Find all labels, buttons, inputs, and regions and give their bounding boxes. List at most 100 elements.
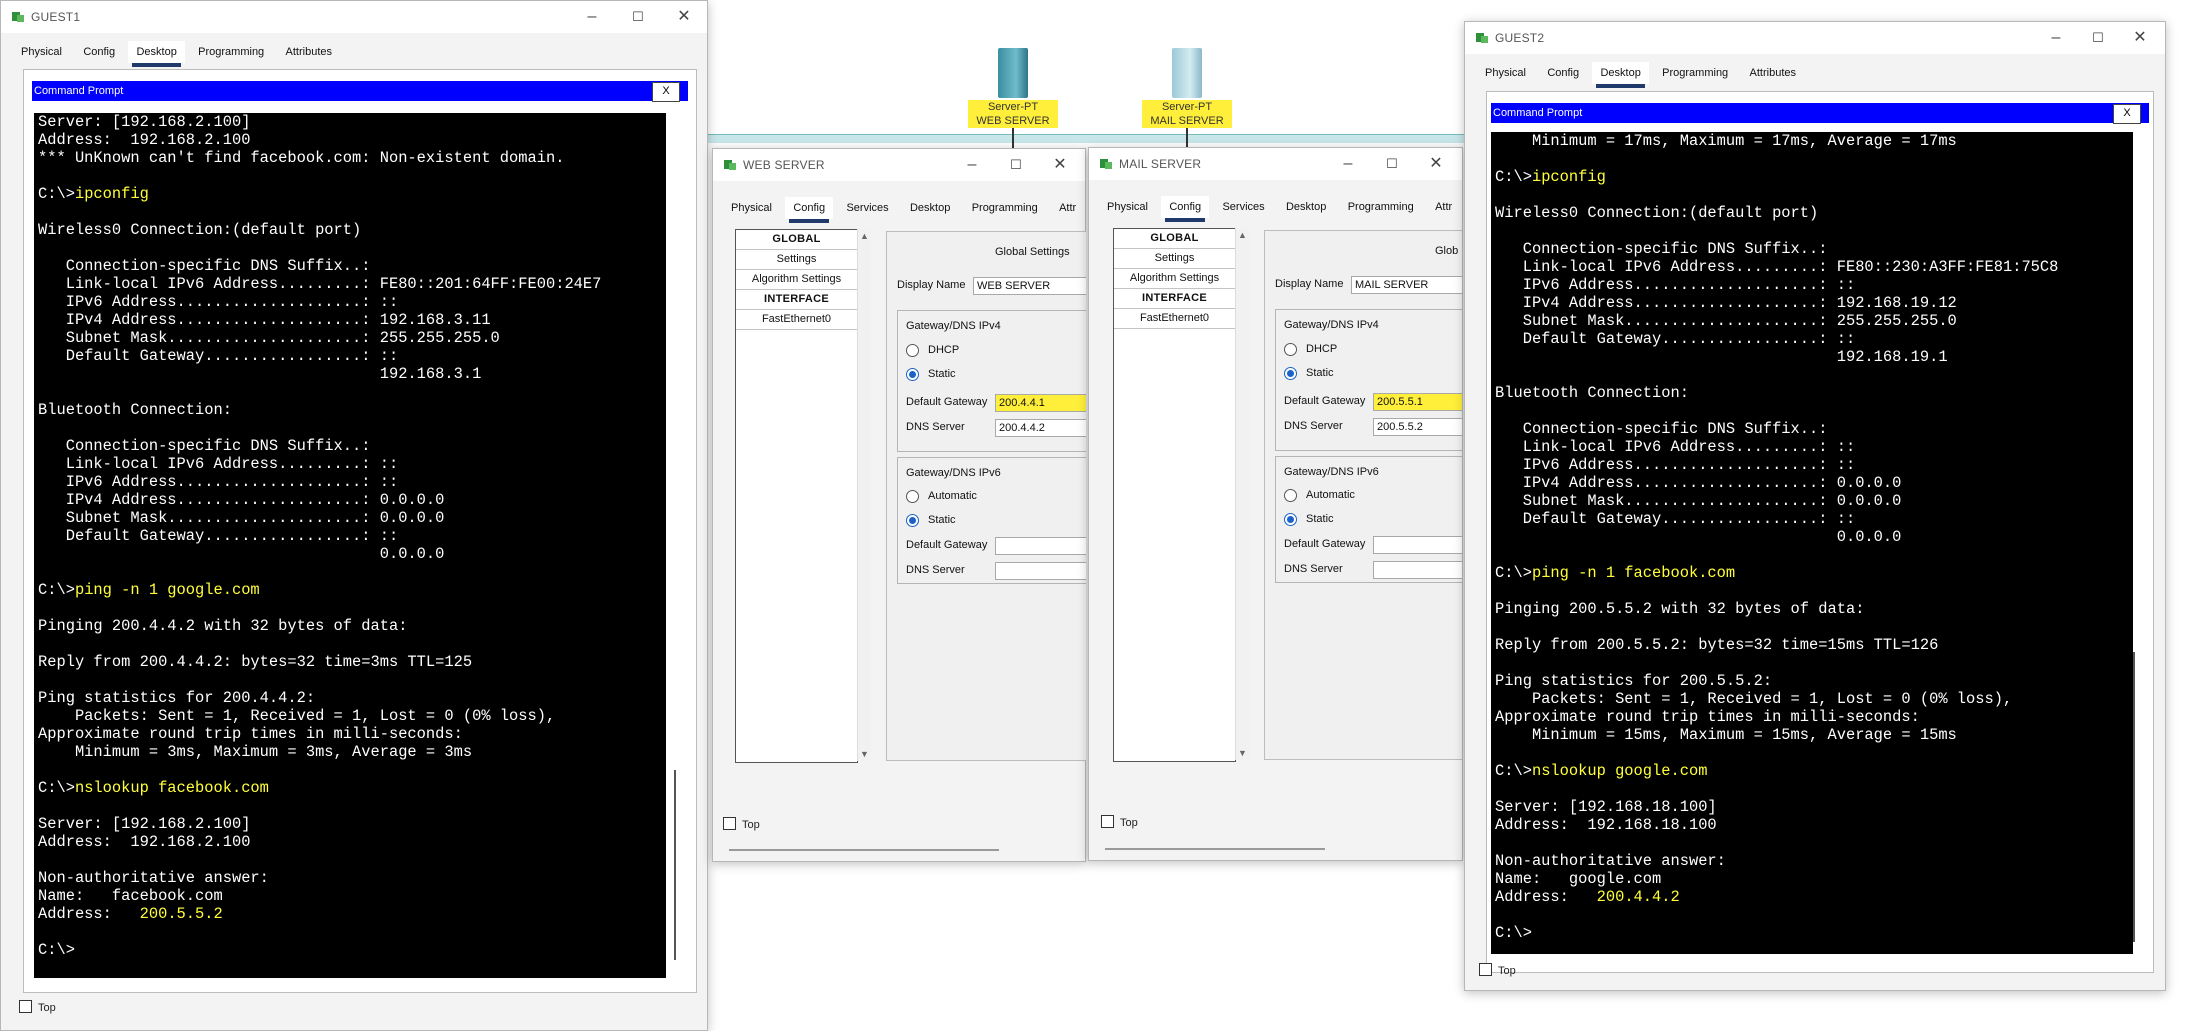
tab-programming[interactable]: Programming <box>964 197 1046 219</box>
tab-config[interactable]: Config <box>75 41 123 63</box>
tab-physical[interactable]: Physical <box>13 41 70 63</box>
tab-physical[interactable]: Physical <box>1099 196 1156 218</box>
close-window-button[interactable]: ✕ <box>1419 152 1453 176</box>
horizontal-scrollbar[interactable] <box>729 849 999 851</box>
horizontal-scrollbar[interactable] <box>1105 848 1325 850</box>
maximize-button[interactable]: ☐ <box>1375 152 1409 176</box>
top-label: Top <box>742 819 760 831</box>
default-gateway6-field[interactable] <box>995 537 1086 555</box>
close-window-button[interactable]: ✕ <box>2123 26 2157 50</box>
sidebar-item-fastethernet0[interactable]: FastEthernet0 <box>1114 309 1235 329</box>
tab-services[interactable]: Services <box>838 197 896 219</box>
tab-physical[interactable]: Physical <box>1477 62 1534 84</box>
sidebar-item-interface[interactable]: INTERFACE <box>1114 289 1235 309</box>
default-gateway6-field[interactable] <box>1373 536 1462 554</box>
sidebar-scrollbar[interactable]: ▲ ▼ <box>1235 228 1249 760</box>
default-gateway-field[interactable]: 200.4.4.1 <box>995 394 1086 412</box>
web-server-titlebar[interactable]: WEB SERVER – ☐ ✕ <box>713 149 1085 181</box>
tab-config[interactable]: Config <box>785 197 834 223</box>
tab-attributes[interactable]: Attributes <box>278 41 340 63</box>
minimize-button[interactable]: – <box>575 5 609 29</box>
tab-programming[interactable]: Programming <box>1654 62 1736 84</box>
terminal-output[interactable]: Minimum = 17ms, Maximum = 17ms, Average … <box>1491 132 2133 954</box>
checkbox-box[interactable] <box>723 817 736 830</box>
sidebar-item-global[interactable]: GLOBAL <box>736 230 857 250</box>
scroll-down-icon[interactable]: ▼ <box>1238 748 1247 758</box>
dhcp-radio[interactable] <box>906 344 919 357</box>
tab-desktop[interactable]: Desktop <box>128 41 185 67</box>
tab-programming[interactable]: Programming <box>190 41 272 63</box>
dhcp-radio[interactable] <box>1284 343 1297 356</box>
dns-server6-field[interactable] <box>1373 561 1462 579</box>
static-radio[interactable] <box>906 368 919 381</box>
tab-config[interactable]: Config <box>1539 62 1587 84</box>
static6-label: Static <box>1306 513 1334 525</box>
terminal-scrollbar[interactable] <box>674 770 676 960</box>
sidebar-item-settings[interactable]: Settings <box>1114 249 1235 269</box>
tab-attributes[interactable]: Attr <box>1427 196 1457 218</box>
default-gateway-field[interactable]: 200.5.5.1 <box>1373 393 1462 411</box>
close-command-prompt-button[interactable]: X <box>2113 104 2141 124</box>
tab-desktop[interactable]: Desktop <box>1278 196 1334 218</box>
sidebar-scrollbar[interactable]: ▲ ▼ <box>857 229 871 761</box>
minimize-button[interactable]: – <box>955 153 989 177</box>
top-checkbox[interactable]: Top <box>19 1000 56 1014</box>
checkbox-box[interactable] <box>1479 963 1492 976</box>
dns-server6-field[interactable] <box>995 562 1086 580</box>
terminal-line: C:\>ping -n 1 google.com <box>38 581 662 599</box>
scroll-down-icon[interactable]: ▼ <box>860 749 869 759</box>
sidebar-item-algorithm-settings[interactable]: Algorithm Settings <box>1114 269 1235 289</box>
static6-radio[interactable] <box>906 514 919 527</box>
top-checkbox[interactable]: Top <box>723 817 760 831</box>
checkbox-box[interactable] <box>19 1000 32 1013</box>
top-checkbox[interactable]: Top <box>1101 815 1138 829</box>
close-window-button[interactable]: ✕ <box>667 5 701 29</box>
tab-attributes[interactable]: Attr <box>1051 197 1081 219</box>
display-name-field[interactable]: MAIL SERVER <box>1351 276 1462 294</box>
tab-services[interactable]: Services <box>1214 196 1272 218</box>
close-window-button[interactable]: ✕ <box>1043 153 1077 177</box>
minimize-button[interactable]: – <box>2039 26 2073 50</box>
tab-programming[interactable]: Programming <box>1340 196 1422 218</box>
terminal-command: nslookup facebook.com <box>74 779 269 797</box>
maximize-button[interactable]: ☐ <box>2081 26 2115 50</box>
maximize-button[interactable]: ☐ <box>999 153 1033 177</box>
scroll-up-icon[interactable]: ▲ <box>860 231 869 241</box>
automatic-radio[interactable] <box>1284 489 1297 502</box>
guest2-titlebar[interactable]: GUEST2 – ☐ ✕ <box>1465 22 2165 54</box>
tab-desktop[interactable]: Desktop <box>1592 62 1649 88</box>
close-command-prompt-button[interactable]: X <box>652 82 680 102</box>
dns-server-field[interactable]: 200.5.5.2 <box>1373 418 1462 436</box>
tab-physical[interactable]: Physical <box>723 197 780 219</box>
static6-radio[interactable] <box>1284 513 1297 526</box>
web-server-device[interactable]: Server-PT WEB SERVER <box>968 48 1058 198</box>
sidebar-item-fastethernet0[interactable]: FastEthernet0 <box>736 310 857 330</box>
mail-server-device[interactable]: Server-PT MAIL SERVER <box>1142 48 1232 198</box>
static-radio[interactable] <box>1284 367 1297 380</box>
sidebar-item-algorithm-settings[interactable]: Algorithm Settings <box>736 270 857 290</box>
guest1-titlebar[interactable]: GUEST1 – ☐ ✕ <box>1 1 707 33</box>
terminal-output[interactable]: Server: [192.168.2.100] Address: 192.168.… <box>34 113 666 978</box>
maximize-button[interactable]: ☐ <box>621 5 655 29</box>
top-label: Top <box>1498 965 1516 977</box>
checkbox-box[interactable] <box>1101 815 1114 828</box>
mail-server-titlebar[interactable]: MAIL SERVER – ☐ ✕ <box>1089 148 1462 180</box>
tab-desktop[interactable]: Desktop <box>902 197 958 219</box>
sidebar-item-settings[interactable]: Settings <box>736 250 857 270</box>
automatic-radio[interactable] <box>906 490 919 503</box>
top-checkbox[interactable]: Top <box>1479 963 1516 977</box>
scroll-up-icon[interactable]: ▲ <box>1238 230 1247 240</box>
tab-attributes[interactable]: Attributes <box>1742 62 1804 84</box>
sidebar-item-global[interactable]: GLOBAL <box>1114 229 1235 249</box>
terminal-scrollbar[interactable] <box>2133 652 2135 942</box>
terminal-line: Address: 192.168.2.100 <box>38 833 251 851</box>
display-name-field[interactable]: WEB SERVER <box>973 277 1086 295</box>
tab-config[interactable]: Config <box>1161 196 1210 222</box>
automatic-label: Automatic <box>928 490 977 502</box>
sidebar-item-interface[interactable]: INTERFACE <box>736 290 857 310</box>
minimize-button[interactable]: – <box>1331 152 1365 176</box>
dns-server-field[interactable]: 200.4.4.2 <box>995 419 1086 437</box>
app-icon <box>1100 159 1112 169</box>
